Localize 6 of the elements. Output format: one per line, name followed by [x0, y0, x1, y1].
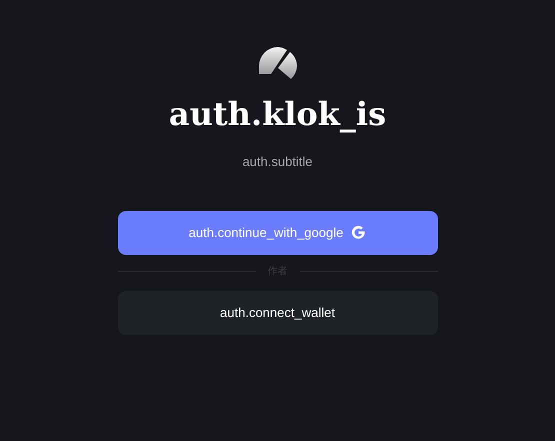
page-subtitle: auth.subtitle — [242, 153, 313, 171]
google-sign-in-button[interactable]: auth.continue_with_google — [118, 210, 438, 254]
google-icon — [351, 225, 366, 240]
page-title: auth.klok_is — [168, 94, 386, 134]
logo-icon — [258, 46, 298, 80]
connect-wallet-button[interactable]: auth.connect_wallet — [118, 290, 438, 334]
